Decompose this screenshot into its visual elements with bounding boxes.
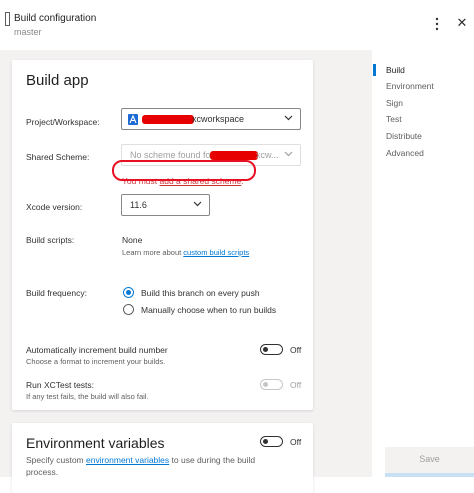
project-workspace-value: xcworkspace xyxy=(192,114,245,124)
frequency-radio-every-push[interactable] xyxy=(123,287,134,298)
auto-increment-label: Automatically increment build number xyxy=(26,345,168,355)
xcode-version-label: Xcode version: xyxy=(26,202,83,212)
frequency-radio-manual[interactable] xyxy=(123,304,134,315)
close-icon[interactable]: ✕ xyxy=(456,16,468,30)
nav-item-build[interactable]: Build xyxy=(386,65,405,75)
project-workspace-select[interactable]: xcworkspace xyxy=(121,108,301,130)
nav-item-advanced[interactable]: Advanced xyxy=(386,148,424,158)
main-content: Build app Project/Workspace: xcworkspace… xyxy=(0,50,372,493)
nav-item-environment[interactable]: Environment xyxy=(386,81,434,91)
chevron-down-icon xyxy=(284,113,293,124)
section-nav: Build Environment Sign Test Distribute A… xyxy=(373,50,474,477)
xctest-hint: If any test fails, the build will also f… xyxy=(26,392,149,401)
environment-variables-title: Environment variables xyxy=(26,435,165,451)
redacted-name xyxy=(210,151,258,160)
environment-variables-card: Environment variables Off Specify custom… xyxy=(12,423,313,493)
chevron-down-icon xyxy=(193,199,202,210)
save-button[interactable]: Save xyxy=(385,447,474,471)
build-scripts-value: None xyxy=(122,235,143,245)
xctest-label: Run XCTest tests: xyxy=(26,380,95,390)
annotation-highlight xyxy=(112,160,256,181)
build-scripts-label: Build scripts: xyxy=(26,235,75,245)
shared-scheme-label: Shared Scheme: xyxy=(26,152,90,162)
panel-header: Build configuration master ✕ xyxy=(0,0,474,50)
build-frequency-label: Build frequency: xyxy=(26,288,87,298)
shared-scheme-placeholder: No scheme found fo xyxy=(130,150,211,160)
nav-item-sign[interactable]: Sign xyxy=(386,98,403,108)
xcode-version-value: 11.6 xyxy=(130,200,147,210)
nav-item-distribute[interactable]: Distribute xyxy=(386,131,422,141)
xctest-state: Off xyxy=(290,380,302,390)
more-vertical-icon[interactable] xyxy=(432,14,442,34)
auto-increment-hint: Choose a format to increment your builds… xyxy=(26,357,166,366)
environment-variables-link[interactable]: environment variables xyxy=(86,455,169,465)
build-scripts-hint: Learn more about custom build scripts xyxy=(122,248,250,257)
panel-title: Build configuration xyxy=(14,13,97,24)
xctest-toggle[interactable] xyxy=(260,379,283,390)
environment-variables-toggle[interactable] xyxy=(260,436,283,447)
branch-name: master xyxy=(14,27,42,37)
shared-scheme-placeholder-suffix: xcw... xyxy=(256,150,279,160)
xcode-project-icon xyxy=(128,114,138,125)
build-app-card: Build app Project/Workspace: xcworkspace… xyxy=(12,60,313,410)
footer-strip xyxy=(385,473,474,477)
nav-item-test[interactable]: Test xyxy=(386,114,402,124)
environment-variables-state: Off xyxy=(290,437,302,447)
project-workspace-label: Project/Workspace: xyxy=(26,117,100,127)
environment-variables-description: Specify custom environment variables to … xyxy=(26,455,256,477)
xcode-version-select[interactable]: 11.6 xyxy=(121,194,210,216)
frequency-option-manual: Manually choose when to run builds xyxy=(141,305,277,315)
custom-build-scripts-link[interactable]: custom build scripts xyxy=(183,248,249,257)
active-indicator xyxy=(373,64,376,76)
auto-increment-toggle[interactable] xyxy=(260,344,283,355)
build-app-title: Build app xyxy=(26,72,89,89)
redacted-name xyxy=(142,115,194,124)
chevron-down-icon xyxy=(284,149,293,160)
frequency-option-every-push: Build this branch on every push xyxy=(141,288,260,298)
panel-handle-icon xyxy=(5,12,10,26)
auto-increment-state: Off xyxy=(290,345,302,355)
